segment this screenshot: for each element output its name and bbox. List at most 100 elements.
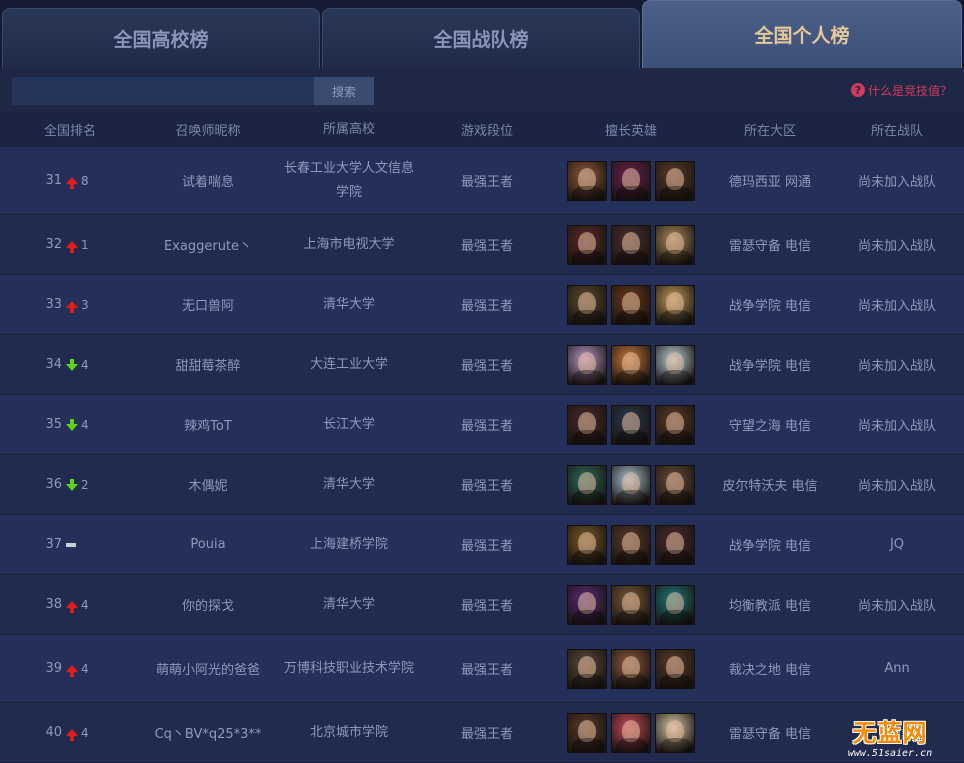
help-link-label: 什么是竞技值？ — [867, 83, 952, 98]
hero-portrait[interactable] — [567, 524, 607, 565]
rank-change: 4 — [81, 725, 89, 740]
hero-portrait[interactable] — [567, 284, 607, 325]
hero-portrait[interactable] — [655, 344, 695, 385]
nickname-cell[interactable]: Cq丶BV*q25*3** — [140, 723, 276, 742]
school-cell[interactable]: 上海市电视大学 — [276, 233, 422, 257]
rank-cell: 37 — [0, 537, 140, 552]
table-row[interactable]: 37 Pouia 上海建桥学院 最强王者 战争学院 电信 JQ — [0, 515, 964, 575]
hero-portrait[interactable] — [655, 648, 695, 689]
tier-cell: 最强王者 — [460, 539, 513, 554]
hero-portrait[interactable] — [655, 464, 695, 505]
school-cell[interactable]: 清华大学 — [276, 293, 422, 317]
hero-portrait[interactable] — [611, 284, 651, 325]
team-cell[interactable]: 尚未加入战队 — [830, 355, 964, 374]
hero-portrait[interactable] — [567, 404, 607, 445]
hero-portrait[interactable] — [611, 712, 651, 753]
rank-up-icon — [66, 601, 78, 613]
rank-cell: 36 2 — [0, 477, 140, 492]
school-cell[interactable]: 清华大学 — [276, 593, 422, 617]
hero-portrait[interactable] — [611, 524, 651, 565]
search-input[interactable] — [12, 77, 314, 105]
school-cell[interactable]: 长春工业大学人文信息学院 — [276, 157, 422, 205]
search-button[interactable]: 搜索 — [314, 77, 374, 105]
school-cell[interactable]: 长江大学 — [276, 413, 422, 437]
tab-team-ranking[interactable]: 全国战队榜 — [322, 8, 640, 68]
table-row[interactable]: 38 4 你的探戈 清华大学 最强王者 均衡教派 电信 尚未加入战队 — [0, 575, 964, 635]
table-row[interactable]: 34 4 甜甜莓茶醉 大连工业大学 最强王者 战争学院 电信 尚未加入战队 — [0, 335, 964, 395]
rank-down-icon — [66, 358, 78, 371]
hero-portrait[interactable] — [567, 648, 607, 689]
team-cell[interactable]: JQ — [830, 537, 964, 552]
table-row[interactable]: 39 4 萌萌小阿光的爸爸 万博科技职业技术学院 最强王者 裁决之地 电信 An… — [0, 635, 964, 703]
hero-portrait[interactable] — [655, 524, 695, 565]
team-cell[interactable]: 尚未加入战队 — [830, 415, 964, 434]
team-cell[interactable]: 尚未加入战队 — [830, 171, 964, 190]
hero-portrait[interactable] — [655, 160, 695, 201]
tab-school-ranking[interactable]: 全国高校榜 — [2, 8, 320, 68]
school-cell[interactable]: 万博科技职业技术学院 — [276, 657, 422, 681]
tab-personal-ranking[interactable]: 全国个人榜 — [642, 0, 962, 68]
table-row[interactable]: 35 4 辣鸡ToT 长江大学 最强王者 守望之海 电信 尚未加入战队 — [0, 395, 964, 455]
school-cell[interactable]: 清华大学 — [276, 473, 422, 497]
heroes-cell — [552, 464, 710, 505]
toolbar: 搜索 ? 什么是竞技值？ — [0, 68, 964, 112]
rank-cell: 32 1 — [0, 237, 140, 253]
region-cell: 战争学院 电信 — [728, 539, 812, 554]
hero-portrait[interactable] — [655, 284, 695, 325]
hero-portrait[interactable] — [567, 464, 607, 505]
hero-portrait[interactable] — [611, 584, 651, 625]
rank-up-icon — [66, 241, 78, 253]
table-row[interactable]: 33 3 无口兽阿 清华大学 最强王者 战争学院 电信 尚未加入战队 — [0, 275, 964, 335]
heroes-cell — [552, 344, 710, 385]
rank-down-icon — [66, 478, 78, 491]
team-cell[interactable]: 尚未加入战队 — [830, 235, 964, 254]
hero-portrait[interactable] — [611, 224, 651, 265]
hero-portrait[interactable] — [567, 712, 607, 753]
table-row[interactable]: 32 1 Exaggerute丶 上海市电视大学 最强王者 雷瑟守备 电信 尚未… — [0, 215, 964, 275]
hero-portrait[interactable] — [567, 584, 607, 625]
col-team: 所在战队 — [870, 124, 923, 139]
nickname-cell[interactable]: 你的探戈 — [140, 595, 276, 614]
table-row[interactable]: 31 8 试着喘息 长春工业大学人文信息学院 最强王者 德玛西亚 网通 尚未加入… — [0, 147, 964, 215]
rank-change: 1 — [81, 237, 89, 252]
hero-portrait[interactable] — [567, 160, 607, 201]
heroes-cell — [552, 712, 710, 753]
competitive-value-help-link[interactable]: ? 什么是竞技值？ — [850, 82, 952, 98]
hero-portrait[interactable] — [655, 584, 695, 625]
nickname-cell[interactable]: 甜甜莓茶醉 — [140, 355, 276, 374]
hero-portrait[interactable] — [567, 344, 607, 385]
question-icon: ? — [850, 83, 865, 97]
rank-number: 40 — [45, 725, 62, 740]
team-cell[interactable]: Ann — [830, 661, 964, 676]
table-header: 全国排名 召唤师昵称 所属高校 游戏段位 擅长英雄 所在大区 所在战队 — [0, 112, 964, 147]
table-row[interactable]: 36 2 木偶妮 清华大学 最强王者 皮尔特沃夫 电信 尚未加入战队 — [0, 455, 964, 515]
team-cell[interactable]: 尚未加入战队 — [830, 595, 964, 614]
tier-cell: 最强王者 — [460, 239, 513, 254]
school-cell[interactable]: 大连工业大学 — [276, 353, 422, 377]
rank-change: 4 — [81, 417, 89, 432]
hero-portrait[interactable] — [611, 160, 651, 201]
hero-portrait[interactable] — [611, 404, 651, 445]
nickname-cell[interactable]: 萌萌小阿光的爸爸 — [140, 659, 276, 678]
school-cell[interactable]: 上海建桥学院 — [276, 533, 422, 557]
hero-portrait[interactable] — [611, 344, 651, 385]
nickname-cell[interactable]: 试着喘息 — [140, 171, 276, 190]
nickname-cell[interactable]: Pouia — [140, 537, 276, 552]
hero-portrait[interactable] — [655, 404, 695, 445]
rank-up-icon — [66, 665, 78, 677]
hero-portrait[interactable] — [611, 648, 651, 689]
hero-portrait[interactable] — [655, 712, 695, 753]
nickname-cell[interactable]: 辣鸡ToT — [140, 415, 276, 434]
hero-portrait[interactable] — [655, 224, 695, 265]
team-cell[interactable]: 尚未加入战队 — [830, 475, 964, 494]
nickname-cell[interactable]: 无口兽阿 — [140, 295, 276, 314]
hero-portrait[interactable] — [567, 224, 607, 265]
hero-portrait[interactable] — [611, 464, 651, 505]
school-cell[interactable]: 北京城市学院 — [276, 721, 422, 745]
watermark-logo: 无蓝网 www.51saier.cn — [818, 711, 962, 761]
region-cell: 雷瑟守备 电信 — [728, 239, 812, 254]
nickname-cell[interactable]: Exaggerute丶 — [140, 235, 276, 254]
col-region: 所在大区 — [743, 124, 796, 139]
nickname-cell[interactable]: 木偶妮 — [140, 475, 276, 494]
team-cell[interactable]: 尚未加入战队 — [830, 295, 964, 314]
